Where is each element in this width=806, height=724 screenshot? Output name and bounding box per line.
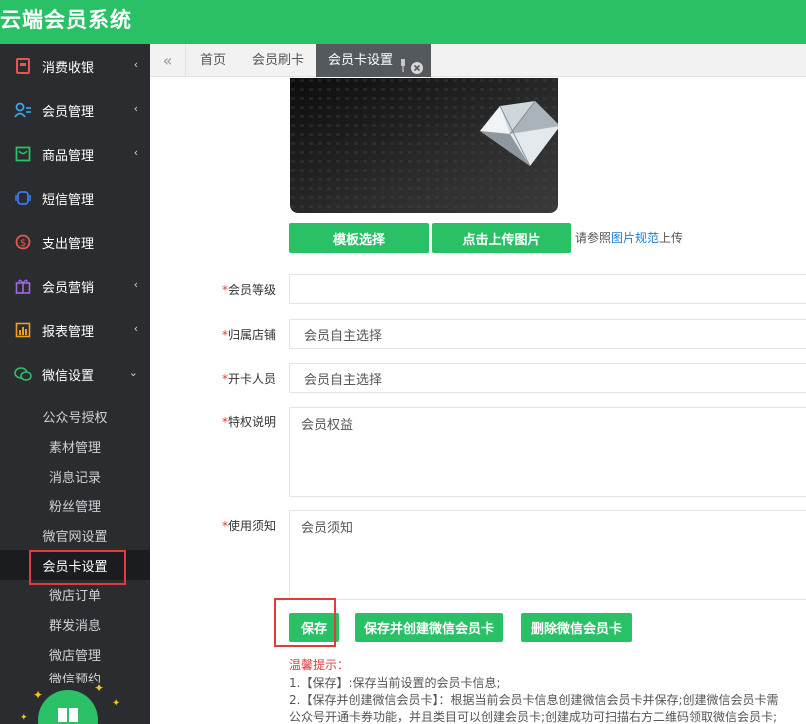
hint-suffix: 上传: [659, 231, 684, 245]
tab-member-card-settings[interactable]: 会员卡设置: [316, 44, 432, 77]
tip-line-3: 公众号开通卡券功能，并且类目可以创建会员卡;创建成功可扫描右方二维码领取微信会员…: [289, 710, 778, 724]
privilege-label: *特权说明: [221, 415, 276, 429]
sidebar-item-cashier[interactable]: 消费收银 ‹: [0, 44, 150, 88]
top-bar: 云端会员系统: [0, 0, 806, 44]
sidebar-item-label: 支出管理: [42, 236, 95, 252]
upload-image-button[interactable]: 点击上传图片: [432, 223, 571, 253]
cashier-icon: [14, 57, 32, 75]
notice-textarea[interactable]: 会员须知: [289, 510, 806, 600]
wechat-icon: [14, 365, 32, 383]
sidebar-item-reports[interactable]: 报表管理 ‹: [0, 308, 150, 352]
member-level-label: *会员等级: [221, 283, 276, 297]
svg-text:✦: ✦: [112, 698, 120, 709]
sidebar-item-marketing[interactable]: 会员营销 ‹: [0, 264, 150, 308]
submenu-item-broadcast[interactable]: 群发消息: [0, 610, 150, 640]
template-select-button[interactable]: 模板选择: [289, 223, 429, 253]
sidebar: 消费收银 ‹ 会员管理 ‹ 商品管理 ‹ 短信管理 $ 支出管理 会员营销 ‹: [0, 44, 150, 724]
sidebar-item-expense[interactable]: $ 支出管理: [0, 220, 150, 264]
submenu-item-shop-orders[interactable]: 微店订单: [0, 580, 150, 610]
members-icon: [14, 101, 32, 119]
chevron-left-icon: ‹: [133, 146, 138, 159]
sidebar-item-label: 会员营销: [42, 280, 95, 296]
chevron-left-icon: ‹: [133, 58, 138, 71]
submenu-item-fans[interactable]: 粉丝管理: [0, 491, 150, 521]
gift-icon: [14, 277, 32, 295]
tab-bar: « 首页 会员刷卡 会员卡设置: [150, 44, 806, 77]
store-label: *归属店铺: [221, 328, 276, 342]
submenu-item-shop-manage[interactable]: 微店管理: [0, 640, 150, 670]
save-create-wechat-card-button[interactable]: 保存并创建微信会员卡: [355, 613, 503, 642]
chevron-left-icon: ‹: [133, 102, 138, 115]
submenu-item-micro-site[interactable]: 微官网设置: [0, 521, 150, 551]
main-content: 模板选择 点击上传图片 请参照图片规范上传 *会员等级 *归属店铺 会员自主选择…: [150, 78, 806, 724]
expense-icon: $: [14, 233, 32, 251]
sidebar-item-label: 会员管理: [42, 104, 95, 120]
submenu-item-materials[interactable]: 素材管理: [0, 432, 150, 462]
chevron-down-icon: ⌄: [128, 366, 138, 379]
tab-label: 会员卡设置: [328, 53, 394, 68]
opener-label: *开卡人员: [221, 372, 276, 386]
sidebar-item-sms[interactable]: 短信管理: [0, 176, 150, 220]
submenu-item-account-auth[interactable]: 公众号授权: [0, 402, 150, 432]
upload-hint: 请参照图片规范上传: [575, 229, 683, 246]
sidebar-item-members[interactable]: 会员管理 ‹: [0, 88, 150, 132]
tips-title: 温馨提示：: [289, 658, 350, 672]
delete-wechat-card-button[interactable]: 删除微信会员卡: [521, 613, 632, 642]
svg-text:✦: ✦: [33, 688, 43, 702]
report-icon: [14, 321, 32, 339]
svg-text:$: $: [20, 238, 26, 249]
tab-home[interactable]: 首页: [188, 44, 238, 77]
sidebar-item-label: 商品管理: [42, 148, 95, 164]
sms-icon: [14, 189, 32, 207]
highlight-box: [274, 598, 336, 647]
submenu-item-message-log[interactable]: 消息记录: [0, 461, 150, 491]
sidebar-item-label: 短信管理: [42, 192, 95, 208]
hint-prefix: 请参照: [575, 231, 612, 245]
chevron-left-icon: ‹: [133, 278, 138, 291]
member-card-preview-image: [290, 78, 558, 213]
svg-text:✦: ✦: [20, 713, 28, 723]
wechat-submenu: 公众号授权 素材管理 消息记录 粉丝管理 微官网设置 会员卡设置 微店订单 群发…: [0, 396, 150, 683]
chevron-left-icon: ‹: [133, 322, 138, 335]
promo-badge: ✦ ✦ ✦ ✦: [0, 681, 150, 724]
submenu-item-booking[interactable]: 微信预约: [0, 669, 150, 683]
sidebar-item-label: 微信设置: [42, 368, 95, 384]
tip-line-1: 1.【保存】:保存当前设置的会员卡信息;: [289, 676, 501, 690]
image-spec-link[interactable]: 图片规范: [611, 231, 659, 245]
opener-select[interactable]: 会员自主选择: [289, 363, 806, 393]
tip-line-2: 2.【保存并创建微信会员卡】：根据当前会员卡信息创建微信会员卡并保存;创建微信会…: [289, 693, 779, 707]
sidebar-item-goods[interactable]: 商品管理 ‹: [0, 132, 150, 176]
sidebar-item-label: 消费收银: [42, 60, 95, 76]
app-title: 云端会员系统: [0, 8, 132, 32]
tab-scroll-left-icon[interactable]: «: [150, 44, 186, 77]
sidebar-item-wechat[interactable]: 微信设置 ⌄: [0, 352, 150, 396]
goods-icon: [14, 145, 32, 163]
submenu-item-member-card[interactable]: 会员卡设置: [0, 550, 150, 586]
privilege-textarea[interactable]: 会员权益: [289, 407, 806, 497]
svg-text:✦: ✦: [94, 684, 104, 695]
tab-member-swipe[interactable]: 会员刷卡: [240, 44, 316, 77]
sidebar-item-label: 报表管理: [42, 324, 95, 340]
store-select[interactable]: 会员自主选择: [289, 319, 806, 349]
notice-label: *使用须知: [221, 519, 276, 533]
member-level-select[interactable]: [289, 274, 806, 304]
